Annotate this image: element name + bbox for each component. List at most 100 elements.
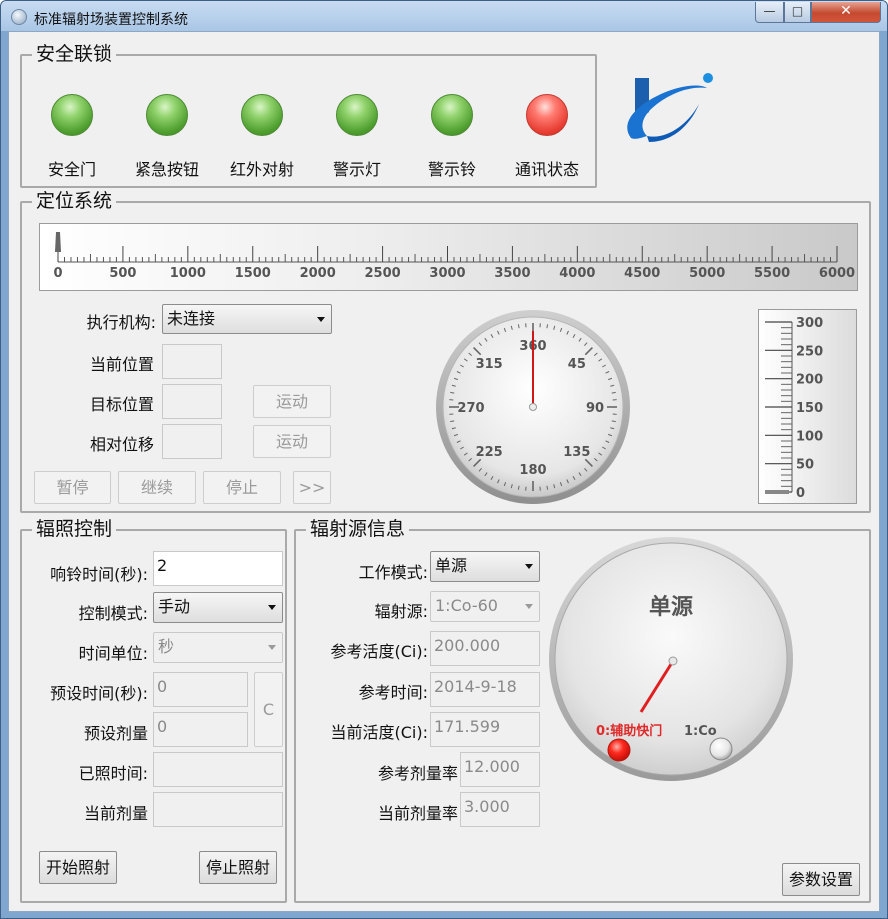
dial-label: 270 [457,401,484,416]
dial-tick [517,485,520,490]
target-position-field[interactable] [162,384,222,419]
actuator-select[interactable]: 未连接 [162,304,332,334]
company-logo [627,73,713,142]
vscale-label: 250 [796,344,823,359]
lamp-label-infrared-beam: 红外对射 [229,160,294,179]
stop-button[interactable]: 停止 [203,471,281,504]
app-window: 标准辐射场装置控制系统 — □ ✕ 安全联锁 安全门 紧急按钮 红外对射 警示灯… [0,0,888,919]
move-target-button[interactable]: 运动 [253,385,331,418]
dial-label: 180 [519,463,546,478]
positioning-group: 定位系统 0 500 1000 1500 2000 2500 3000 3500 4000 450… [20,189,871,513]
expand-button[interactable]: >> [293,471,331,504]
cur-doserate-field: 3.000 [460,792,540,827]
positioning-title: 定位系统 [32,189,117,213]
current-position-field[interactable] [162,344,222,379]
preset-dose-label: 预设剂量 [83,724,148,743]
cur-activity-field: 171.599 [430,712,540,747]
ref-time-field: 2014-9-18 [430,672,540,707]
source-select-value: 1:Co-60 [435,596,498,615]
ref-activity-field: 200.000 [430,631,540,666]
lamp-emergency-button [146,94,188,136]
vertical-gauge: 300 250 200 150 100 50 0 [758,309,857,504]
source-info-title: 辐射源信息 [306,517,410,541]
bell-time-input[interactable]: 2 [153,551,283,586]
close-button[interactable]: ✕ [811,2,881,23]
lamp-label-warning-bell: 警示铃 [427,160,476,179]
ruler-tick-label: 1500 [235,266,271,281]
lamp-label-safety-door: 安全门 [47,160,96,179]
ref-activity-label: 参考活度(Ci): [330,642,429,661]
lamp-infrared-beam [241,94,283,136]
minimize-button[interactable]: — [755,2,784,23]
irradiation-control-group: 辐照控制 响铃时间(秒): 2 控制模式: 手动 时间单位: 秒 预设时间(秒)… [20,517,287,903]
work-mode-select[interactable]: 单源 [430,551,540,582]
move-relative-button[interactable]: 运动 [253,425,331,458]
ruler-tick-label: 4500 [624,266,660,281]
lamp-warning-light [336,94,378,136]
stop-irradiation-button[interactable]: 停止照射 [199,851,277,884]
ruler-scale: 0 500 1000 1500 2000 2500 3000 3500 4000 4500 5000… [53,232,855,281]
parameter-settings-button[interactable]: 参数设置 [782,863,860,896]
preset-time-label: 预设时间(秒): [50,684,148,703]
dial-tick [546,324,549,329]
title-bar[interactable]: 标准辐射场装置控制系统 — □ ✕ [1,1,887,31]
target-position-label: 目标位置 [89,395,154,414]
ruler-tick-label: 500 [109,266,136,281]
time-unit-select[interactable]: 秒 [153,632,283,663]
source-select[interactable]: 1:Co-60 [430,591,540,622]
dial-label: 225 [476,445,503,460]
dial-pivot [529,403,537,411]
dial-tick [611,391,616,394]
dial-tick [517,324,520,329]
preset-dose-field[interactable]: 0 [153,712,248,747]
work-mode-select-value: 单源 [435,556,468,575]
actuator-select-value: 未连接 [167,309,216,328]
ruler-tick-label: 1000 [170,266,206,281]
bell-time-label: 响铃时间(秒): [50,565,148,584]
source-label: 辐射源: [374,602,428,621]
preset-time-field[interactable]: 0 [153,672,248,707]
knob-position-0-indicator[interactable] [607,738,631,762]
relative-offset-field[interactable] [162,424,222,459]
dial-tick [611,420,616,423]
lamp-label-communication-status: 通讯状态 [514,160,579,179]
ref-doserate-label: 参考剂量率 [377,764,458,783]
dial-tick [450,420,455,423]
ref-time-label: 参考时间: [358,683,428,702]
dial-tick [450,391,455,394]
elapsed-time-label: 已照时间: [78,764,148,783]
vertical-scale: 300 250 200 150 100 50 0 [765,316,823,501]
dial-tick [546,485,549,490]
lamp-label-warning-light: 警示灯 [332,160,381,179]
vscale-label: 150 [796,401,823,416]
chevron-down-icon [268,645,276,650]
source-info-group: 辐射源信息 工作模式: 单源 辐射源: 1:Co-60 参考活度(Ci): 20… [294,517,871,903]
irradiation-control-title: 辐照控制 [32,517,117,541]
dial-label: 315 [476,357,503,372]
knob-position-1-indicator[interactable] [709,737,733,761]
source-selector-knob[interactable]: 单源 0:辅助快门 1:Co [546,534,796,784]
current-dose-label: 当前剂量 [83,804,148,823]
time-unit-label: 时间单位: [78,644,148,663]
resume-button[interactable]: 继续 [118,471,196,504]
client-area: 安全联锁 安全门 紧急按钮 红外对射 警示灯 警示铃 通讯状态 定位系统 0 5… [8,31,880,912]
clear-button[interactable]: C [254,672,283,747]
vscale-label: 200 [796,373,823,388]
lamp-safety-door [51,94,93,136]
cur-activity-label: 当前活度(Ci): [330,723,429,742]
chevron-down-icon [317,317,325,322]
control-mode-select[interactable]: 手动 [153,592,283,623]
maximize-button[interactable]: □ [784,2,811,23]
chevron-down-icon [525,604,533,609]
pause-button[interactable]: 暂停 [34,471,111,504]
angle-dial: 3604590135180225270315 [436,310,630,504]
control-mode-label: 控制模式: [78,604,148,623]
vscale-label: 50 [796,458,814,473]
start-irradiation-button[interactable]: 开始照射 [39,851,117,884]
ruler-tick-label: 5500 [754,266,790,281]
current-position-label: 当前位置 [89,355,154,374]
chevron-down-icon [525,564,533,569]
window-title: 标准辐射场装置控制系统 [34,12,188,28]
ruler-tick-label: 2500 [364,266,400,281]
dial-label: 135 [563,445,590,460]
